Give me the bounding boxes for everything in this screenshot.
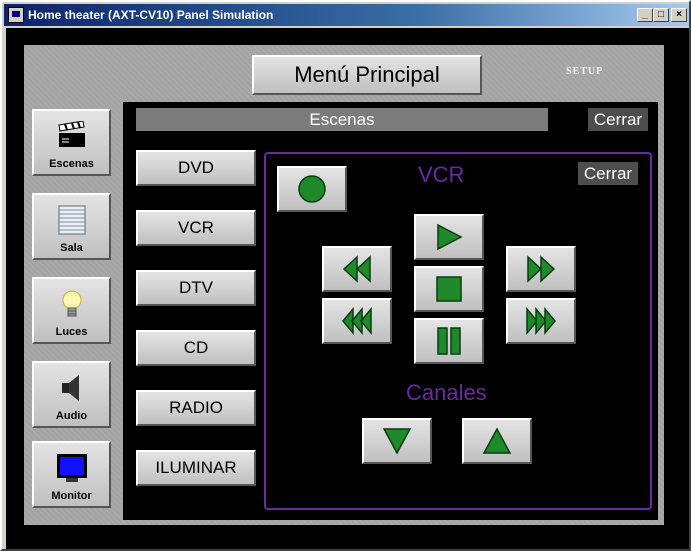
close-window-button[interactable]: ×: [671, 8, 687, 22]
sidebar-item-label: Audio: [55, 410, 88, 422]
channels-label: Canales: [406, 380, 487, 405]
setup-button[interactable]: SETUP: [566, 66, 603, 77]
vcr-title: VCR: [418, 162, 465, 187]
source-button-radio[interactable]: RADIO: [136, 390, 256, 426]
rewind-button[interactable]: [322, 246, 392, 292]
triangle-down-icon: [382, 428, 412, 455]
source-button-iluminar[interactable]: ILUMINAR: [136, 450, 256, 486]
stop-icon: [436, 276, 462, 302]
source-button-cd[interactable]: CD: [136, 330, 256, 366]
vcr-close-button[interactable]: Cerrar: [578, 162, 638, 185]
skip-back-button[interactable]: [322, 298, 392, 344]
sidebar-item-escenas[interactable]: Escenas: [32, 109, 111, 176]
source-button-vcr[interactable]: VCR: [136, 210, 256, 246]
fast-forward-button[interactable]: [506, 246, 576, 292]
lightbulb-icon: [60, 289, 84, 326]
stop-button[interactable]: [414, 266, 484, 312]
clapperboard-icon: [57, 120, 87, 154]
minimize-button[interactable]: _: [637, 8, 653, 22]
monitor-icon: [56, 453, 88, 488]
sidebar-item-label: Luces: [55, 326, 88, 338]
play-button[interactable]: [414, 214, 484, 260]
sidebar-item-label: Sala: [60, 242, 83, 254]
title-bar[interactable]: Home theater (AXT-CV10) Panel Simulation…: [4, 4, 689, 26]
sidebar-item-sala[interactable]: Sala: [32, 193, 111, 260]
skip-forward-button[interactable]: [506, 298, 576, 344]
skip-forward-icon: [526, 307, 556, 335]
sidebar-item-monitor[interactable]: Monitor: [32, 441, 111, 508]
channel-up-button[interactable]: [462, 418, 532, 464]
triangle-up-icon: [482, 427, 512, 454]
sidebar-item-label: Monitor: [51, 490, 92, 502]
scenes-close-button[interactable]: Cerrar: [588, 108, 648, 131]
record-icon: [298, 175, 326, 203]
main-menu-button[interactable]: Menú Principal: [252, 55, 482, 95]
play-icon: [437, 223, 463, 251]
record-button[interactable]: [277, 166, 347, 212]
window-title: Home theater (AXT-CV10) Panel Simulation: [28, 8, 274, 22]
sidebar-item-luces[interactable]: Luces: [32, 277, 111, 344]
channel-down-button[interactable]: [362, 418, 432, 464]
pause-button[interactable]: [414, 318, 484, 364]
window-blinds-icon: [58, 205, 86, 240]
sidebar-item-label: Escenas: [49, 158, 94, 170]
rewind-icon: [342, 255, 371, 283]
pause-icon: [437, 327, 461, 355]
maximize-button[interactable]: □: [653, 8, 669, 22]
skip-back-icon: [342, 307, 372, 335]
source-button-dvd[interactable]: DVD: [136, 150, 256, 186]
fast-forward-icon: [527, 255, 556, 283]
sidebar-item-audio[interactable]: Audio: [32, 361, 111, 428]
source-button-dtv[interactable]: DTV: [136, 270, 256, 306]
scenes-header: Escenas: [136, 108, 548, 131]
speaker-icon: [59, 373, 85, 408]
app-icon: [8, 7, 24, 23]
